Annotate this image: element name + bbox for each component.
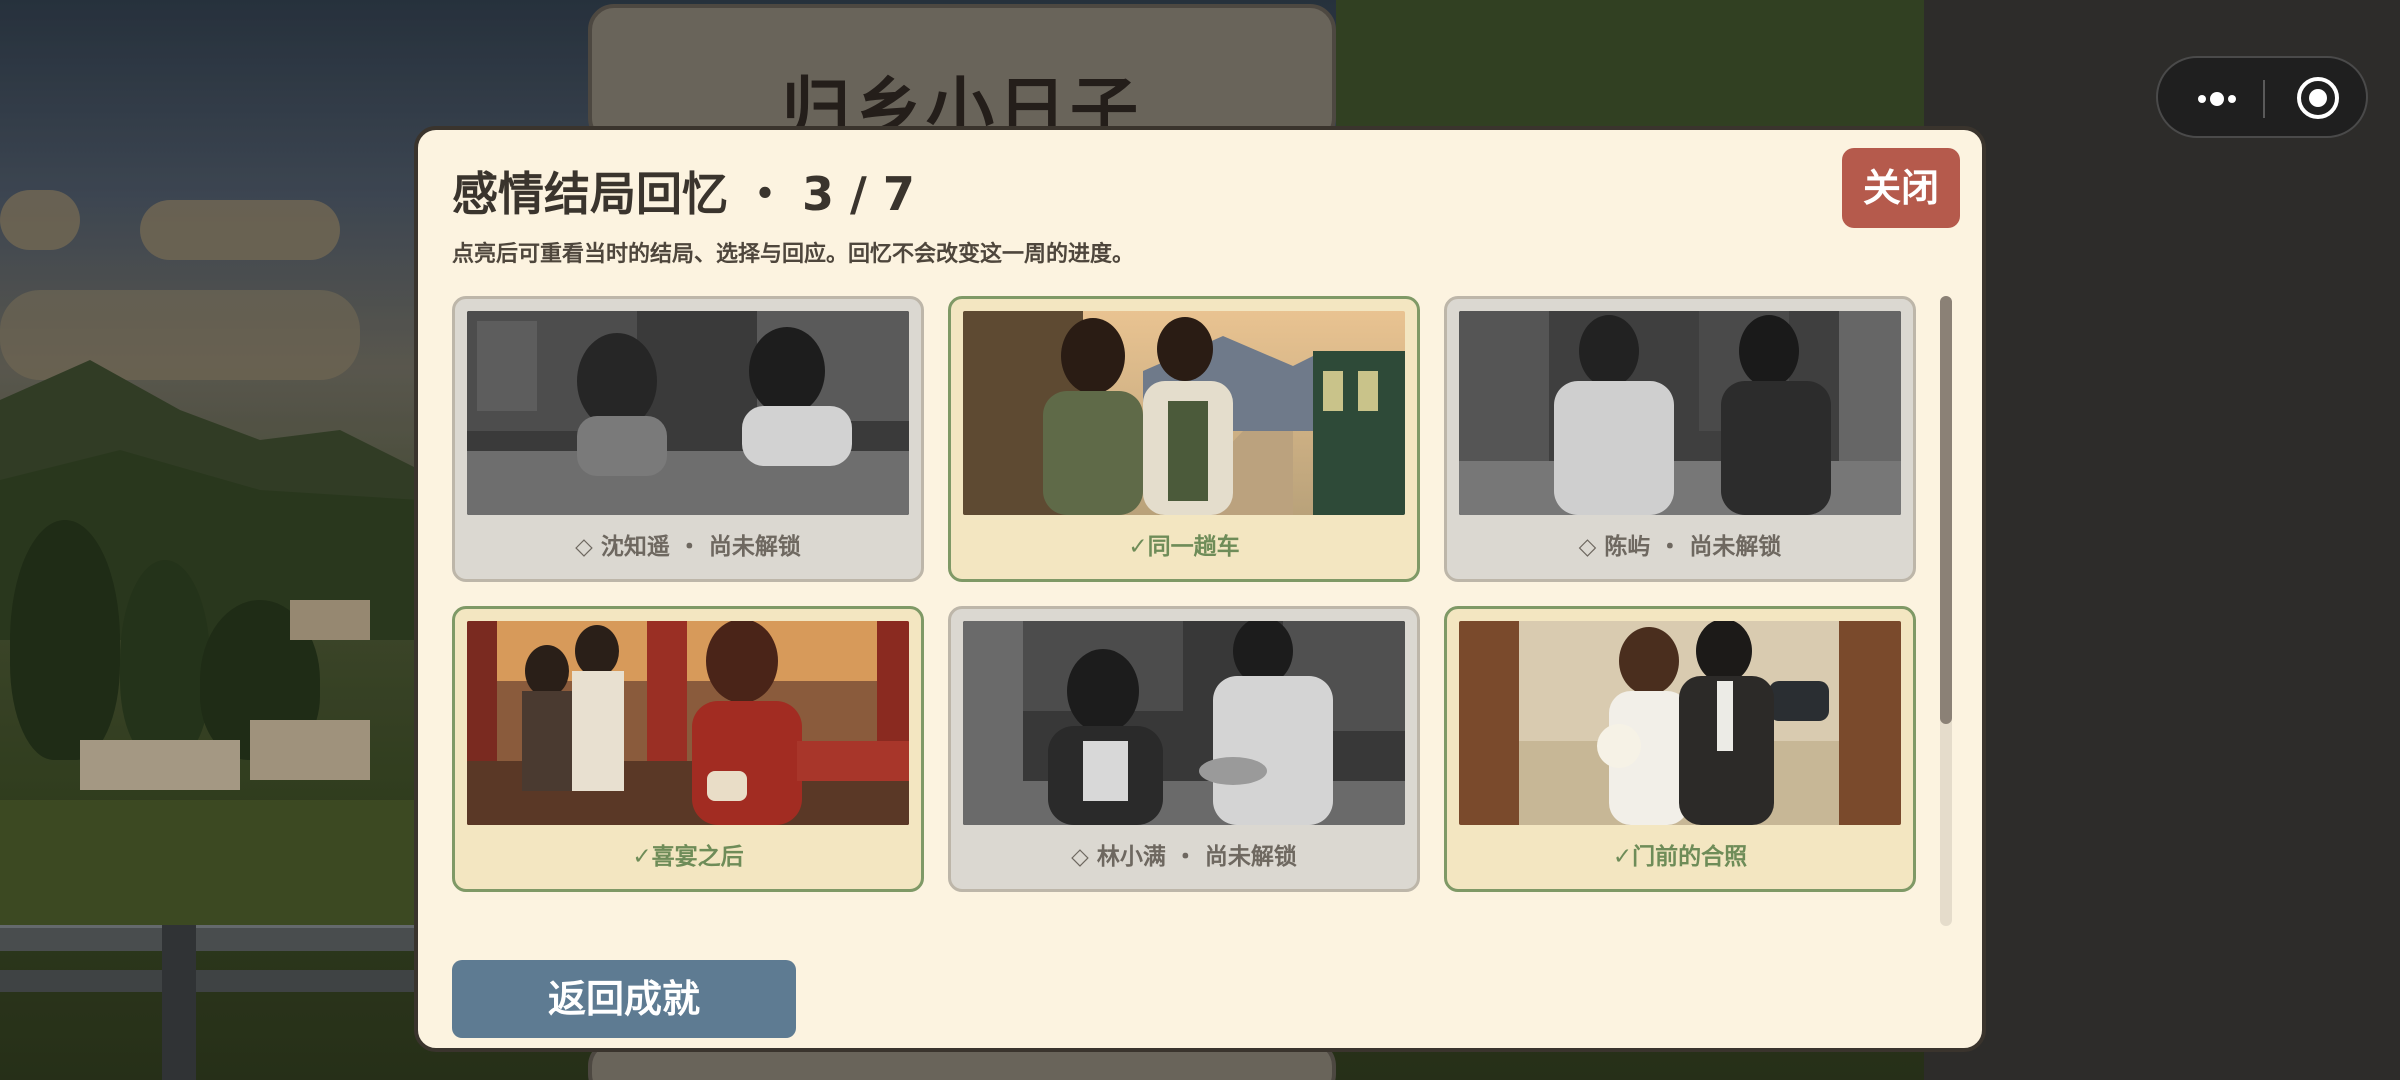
scrollbar-thumb[interactable] — [1940, 296, 1952, 724]
memory-card[interactable]: ◇ 林小满 ・ 尚未解锁 — [948, 606, 1420, 892]
capsule-divider — [2263, 80, 2265, 118]
mini-program-capsule — [2156, 56, 2368, 138]
memory-label: ✓门前的合照 — [1612, 844, 1748, 870]
memory-thumbnail — [467, 621, 909, 825]
close-button[interactable]: 关闭 — [1842, 148, 1960, 228]
memory-thumbnail — [467, 311, 909, 515]
title-separator: ・ — [742, 167, 788, 221]
memory-grid[interactable]: ◇ 沈知遥 ・ 尚未解锁 ✓同一趟车 ◇ 陈屿 ・ 尚未解锁 ✓喜宴之后 ◇ 林… — [452, 296, 1926, 926]
memory-label: ◇ 林小满 ・ 尚未解锁 — [1071, 844, 1297, 870]
back-to-achievements-button[interactable]: 返回成就 — [452, 960, 796, 1038]
game-screen: 归乡小日子 感情结局回忆・ 3 / 7 点亮后可重看当时的结局、选择与回应。回忆不… — [0, 0, 2400, 1080]
progress-count: 3 / 7 — [802, 167, 915, 221]
modal-description: 点亮后可重看当时的结局、选择与回应。回忆不会改变这一周的进度。 — [452, 242, 1135, 267]
side-panel-dark — [1924, 0, 2400, 1080]
memory-thumbnail — [963, 311, 1405, 515]
memory-modal: 感情结局回忆・ 3 / 7 点亮后可重看当时的结局、选择与回应。回忆不会改变这一周… — [414, 126, 1986, 1052]
memory-card[interactable]: ◇ 陈屿 ・ 尚未解锁 — [1444, 296, 1916, 582]
modal-title-text: 感情结局回忆 — [452, 167, 728, 221]
more-dots-icon[interactable] — [2186, 76, 2246, 120]
memory-thumbnail — [963, 621, 1405, 825]
memory-label: ✓同一趟车 — [1128, 534, 1240, 560]
memory-label: ✓喜宴之后 — [632, 844, 744, 870]
memory-card[interactable]: ✓同一趟车 — [948, 296, 1420, 582]
target-circle-icon[interactable] — [2294, 74, 2342, 122]
memory-card[interactable]: ✓门前的合照 — [1444, 606, 1916, 892]
memory-label: ◇ 沈知遥 ・ 尚未解锁 — [575, 534, 801, 560]
memory-label: ◇ 陈屿 ・ 尚未解锁 — [1578, 534, 1782, 560]
memory-thumbnail — [1459, 621, 1901, 825]
memory-thumbnail — [1459, 311, 1901, 515]
scrollbar[interactable] — [1940, 296, 1952, 926]
modal-title: 感情结局回忆・ 3 / 7 — [452, 158, 915, 224]
memory-card[interactable]: ◇ 沈知遥 ・ 尚未解锁 — [452, 296, 924, 582]
memory-card[interactable]: ✓喜宴之后 — [452, 606, 924, 892]
